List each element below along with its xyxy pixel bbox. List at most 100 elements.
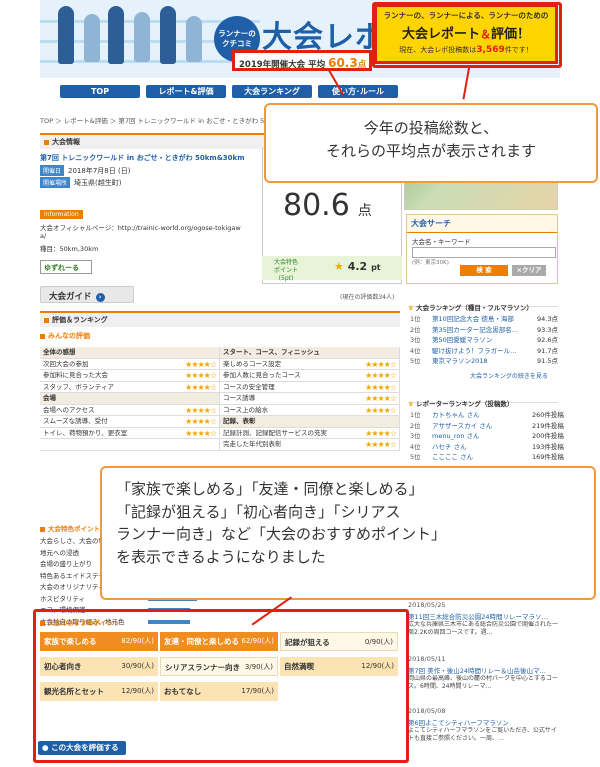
news-title[interactable]: 第11回三木総合防災公園24時間リレーマラソ… bbox=[408, 611, 548, 621]
rating-item-label: コース上の給水 bbox=[223, 405, 269, 414]
nav-ranking[interactable]: 大会ランキング bbox=[232, 85, 312, 98]
rating-stars: ★★★★☆ bbox=[185, 428, 217, 438]
rating-stars: ★★★★☆ bbox=[185, 359, 217, 369]
news-title[interactable]: 第6回よこてシティハーフマラソン bbox=[408, 717, 509, 727]
race-name[interactable]: 第7回 トレニックワールド in おごせ・ときがわ 50km&30km bbox=[40, 153, 245, 163]
guide-label: 大会ガイド bbox=[49, 292, 92, 302]
rating-stars: ★★★★☆ bbox=[185, 371, 217, 380]
app-badge[interactable]: ゆずれーる bbox=[40, 260, 92, 274]
runner-silhouette-icon bbox=[58, 6, 74, 64]
rating-cell: コース誘導 ★★★★☆ bbox=[220, 393, 400, 404]
rating-cell: コース上の給水 ★★★★☆ bbox=[220, 404, 400, 415]
rating-item-label: 全体の感想 bbox=[43, 348, 76, 356]
search-input[interactable] bbox=[412, 247, 556, 258]
rating-item-label: トイレ、荷物預かり、更衣室 bbox=[43, 428, 128, 437]
ranking-title-text: 大会ランキング（種目・フルマラソン） bbox=[416, 304, 533, 312]
reporter-ranking-row[interactable]: 3位 menu_ron さん 200件投稿 bbox=[410, 430, 564, 440]
rank-t: ハセチ さん bbox=[432, 442, 467, 451]
rank-t: 東京マラソン2018 bbox=[432, 357, 488, 365]
rating-item-label: 記録計測、記録配信サービスの充実 bbox=[223, 428, 327, 437]
rating-stars: ★★★★☆ bbox=[185, 382, 217, 392]
runner-silhouette-icon bbox=[186, 16, 202, 62]
recommend-label: 家族で楽しめる bbox=[44, 637, 97, 646]
callout-mid-line1: 「家族で楽しめる」「友達・同僚と楽しめる」 bbox=[116, 480, 424, 498]
rating-cell: 記録計測、記録配信サービスの充実 ★★★★☆ bbox=[220, 427, 400, 438]
news-body: 岡山県の最高峰、後山の麓の村パークを中心とするコース。6時間、24時間リレーマ… bbox=[408, 675, 558, 690]
rank-v: 91.5点 bbox=[537, 357, 558, 365]
nav-reports[interactable]: レポート&評価 bbox=[146, 85, 226, 98]
search-button[interactable]: 検 索 bbox=[460, 265, 508, 276]
reporter-ranking-row[interactable]: 2位 アサザースカイ さん 219件投稿 bbox=[410, 420, 564, 430]
recommend-count: 0/90(人) bbox=[364, 638, 393, 646]
score-value: 80.6 bbox=[283, 188, 350, 223]
rating-row: 会場へのアクセス ★★★★☆ コース上の給水 ★★★★☆ bbox=[40, 404, 400, 416]
rank-t: アサザースカイ さん bbox=[432, 421, 493, 430]
rank-t: 駆け抜けよう！フラガール… bbox=[432, 346, 517, 355]
feature-points-label: 大会特色 ポイント(5pt) bbox=[273, 259, 298, 282]
race-ranking-row[interactable]: 5位 東京マラソン2018 91.5点 bbox=[410, 355, 558, 365]
official-url[interactable]: 大会オフィシャルページ：http://trainic-world.org/ogo… bbox=[40, 222, 241, 232]
nav-top[interactable]: TOP bbox=[60, 85, 140, 98]
ranking-more-link[interactable]: 大会ランキングの続きを見る bbox=[470, 371, 548, 380]
recommend-label: シリアスランナー向き bbox=[165, 663, 240, 672]
race-events: 種目：50km,30km bbox=[40, 245, 99, 253]
date-value: 2018年7月8日 (日) bbox=[68, 167, 131, 175]
rating-item-label: スタート、コース、フィニッシュ bbox=[223, 348, 320, 356]
rating-item-label: スムーズな誘導、受付 bbox=[43, 417, 108, 425]
race-ranking-row[interactable]: 4位 駆け抜けよう！フラガール… 91.7点 bbox=[410, 345, 558, 355]
recommend-count: 12/90(人) bbox=[121, 687, 154, 695]
recommend-count: 3/90(人) bbox=[244, 663, 273, 671]
news-date: 2018/05/25 bbox=[408, 601, 446, 609]
rank-n: 5位 bbox=[410, 357, 421, 365]
rating-cell: 会場 bbox=[40, 393, 220, 404]
race-ranking-row[interactable]: 2位 第35回カーター記念黒部名… 93.3点 bbox=[410, 324, 558, 334]
features-title: 大会特色ポイント bbox=[40, 523, 100, 533]
crown-icon: ♛ bbox=[408, 400, 414, 408]
runner-silhouette-icon bbox=[84, 14, 100, 62]
rating-cell: 記録、表彰 bbox=[220, 416, 400, 427]
rating-row: トイレ、荷物預かり、更衣室 ★★★★☆ 記録計測、記録配信サービスの充実 ★★★★☆ bbox=[40, 427, 400, 439]
race-ranking-row[interactable]: 3位 第50回愛媛マラソン 92.6点 bbox=[410, 334, 558, 344]
rating-cell: スタッフ、ボランティア ★★★★☆ bbox=[40, 381, 220, 392]
recommend-cell: シリアスランナー向き 3/90(人) bbox=[160, 657, 278, 676]
rating-row: スムーズな誘導、受付 ★★★★☆ 記録、表彰 bbox=[40, 416, 400, 428]
rating-row: 会場 コース誘導 ★★★★☆ bbox=[40, 393, 400, 405]
reporter-ranking-row[interactable]: 4位 ハセチ さん 193件投稿 bbox=[410, 441, 564, 451]
recommend-cell: おもてなし 17/90(人) bbox=[160, 682, 278, 701]
recommend-count: 12/90(人) bbox=[361, 662, 394, 670]
clear-button[interactable]: ×クリア bbox=[512, 265, 546, 276]
callout-top-line1: 今年の投稿総数と、 bbox=[363, 119, 499, 137]
rank-n: 4位 bbox=[410, 346, 421, 355]
race-ranking-row[interactable]: 1位 第10回記念大会 徳島・海部 94.3点 bbox=[410, 313, 558, 323]
rank-n: 5位 bbox=[410, 453, 421, 461]
feature-label: ホスピタリティ bbox=[40, 594, 86, 603]
star-icon: ★ bbox=[334, 260, 344, 273]
feature-label: 会場の盛り上がり bbox=[40, 560, 92, 568]
nav-howto[interactable]: 使い方･ルール bbox=[318, 85, 398, 98]
official-url-cont[interactable]: a/ bbox=[40, 232, 46, 240]
rank-v: 91.7点 bbox=[537, 346, 558, 355]
rating-title: 評価＆ランキング bbox=[52, 316, 108, 324]
rating-cell: 楽しめるコース設定 ★★★★☆ bbox=[220, 358, 400, 369]
rank-t: 第35回カーター記念黒部名… bbox=[432, 325, 519, 334]
information-badge: information bbox=[40, 210, 83, 219]
rating-item-label: コースの安全管理 bbox=[223, 382, 275, 391]
rank-t: menu_ron さん bbox=[432, 432, 480, 440]
avg-value: 60.3 bbox=[328, 56, 358, 70]
avg-unit: 点 bbox=[357, 60, 367, 70]
rating-stars: ★★★★☆ bbox=[365, 382, 397, 392]
rating-item-label: 楽しめるコース設定 bbox=[223, 359, 282, 368]
breadcrumb[interactable]: TOP ＞ レポート&評価 ＞ 第7回 トレニックワールド in おごせ・ときが… bbox=[40, 115, 268, 125]
feature-points-box: 大会特色 ポイント(5pt) ★ 4.2 pt bbox=[262, 256, 402, 282]
rating-cell: スムーズな誘導、受付 ★★★★☆ bbox=[40, 416, 220, 427]
reporter-ranking-row[interactable]: 5位 ここここ さん 169件投稿 bbox=[410, 451, 564, 461]
news-title[interactable]: 第7回 美作・後山24時間リレー＆山岳後山マ… bbox=[408, 665, 546, 675]
evaluate-race-button[interactable]: ● この大会を評価する bbox=[38, 741, 126, 755]
race-guide-button[interactable]: 大会ガイド › bbox=[40, 286, 134, 303]
rank-t: カトちゃん さん bbox=[432, 411, 480, 419]
score-unit: 点 bbox=[357, 203, 372, 219]
rating-stars: ★★★★☆ bbox=[185, 405, 217, 415]
rank-t: ここここ さん bbox=[432, 453, 474, 461]
reporter-ranking-row[interactable]: 1位 カトちゃん さん 260件投稿 bbox=[410, 409, 564, 419]
rank-v: 93.3点 bbox=[537, 325, 558, 334]
